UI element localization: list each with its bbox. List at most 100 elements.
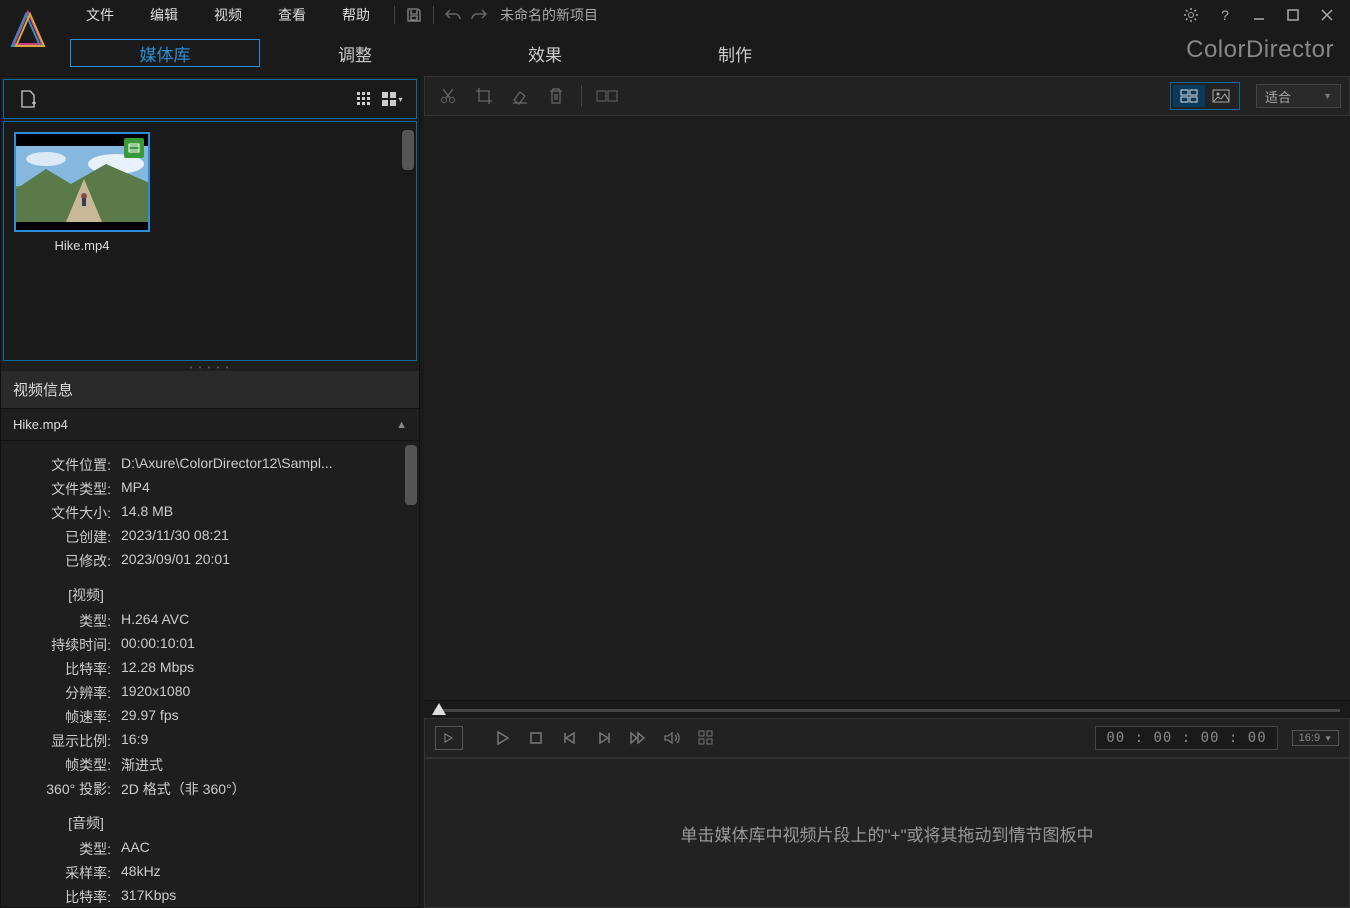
info-value: 48kHz: [121, 863, 399, 883]
info-value: D:\Axure\ColorDirector12\Sampl...: [121, 455, 399, 475]
aspect-label: 16:9: [1299, 732, 1320, 744]
zoom-dropdown[interactable]: 适合 ▼: [1256, 84, 1341, 108]
menu-help[interactable]: 帮助: [324, 0, 388, 31]
info-value: 317Kbps: [121, 887, 399, 907]
stop-button[interactable]: [521, 724, 551, 752]
menu-bar: 文件 编辑 视频 查看 帮助 未命名的新项目: [68, 0, 598, 31]
next-frame-button[interactable]: [589, 724, 619, 752]
file-name-label: Hike.mp4: [13, 417, 68, 432]
chevron-down-icon: ▼: [1323, 91, 1332, 101]
large-view-icon[interactable]: ▾: [378, 85, 406, 113]
view-mode-toggle: [1170, 82, 1240, 110]
media-thumbnail[interactable]: Hike.mp4: [14, 132, 150, 253]
info-value: AAC: [121, 839, 399, 859]
compare-icon[interactable]: [592, 82, 622, 110]
settings-icon[interactable]: [1176, 3, 1206, 27]
info-label: 类型:: [21, 839, 121, 859]
brand-label: ColorDirector: [1186, 36, 1334, 64]
fast-forward-button[interactable]: [623, 724, 653, 752]
prev-frame-button[interactable]: [555, 724, 585, 752]
info-value: 1920x1080: [121, 683, 399, 703]
info-label: 类型:: [21, 611, 121, 631]
timeline-slider[interactable]: [424, 700, 1350, 718]
tab-adjust[interactable]: 调整: [260, 39, 450, 67]
redo-icon[interactable]: [466, 2, 492, 28]
info-value: MP4: [121, 479, 399, 499]
splitter[interactable]: • • • • •: [1, 363, 419, 371]
storyboard-panel[interactable]: 单击媒体库中视频片段上的"+"或将其拖动到情节图板中: [424, 758, 1350, 908]
slider-thumb[interactable]: [432, 703, 446, 715]
import-icon[interactable]: [14, 85, 42, 113]
info-value: H.264 AVC: [121, 611, 399, 631]
collapse-arrow-icon: ▲: [396, 419, 407, 431]
info-label: 比特率:: [21, 887, 121, 907]
play-range-button[interactable]: [435, 726, 463, 750]
media-grid: Hike.mp4: [3, 121, 417, 361]
info-value: 14.8 MB: [121, 503, 399, 523]
file-name-header[interactable]: Hike.mp4 ▲: [1, 409, 419, 441]
video-badge-icon: [124, 138, 144, 158]
grid-icon[interactable]: [691, 724, 721, 752]
tab-effects[interactable]: 效果: [450, 39, 640, 67]
save-icon[interactable]: [401, 2, 427, 28]
maximize-button[interactable]: [1278, 3, 1308, 27]
info-value: 2D 格式（非 360°）: [121, 779, 399, 799]
thumbnail-label: Hike.mp4: [14, 238, 150, 253]
info-label: 已创建:: [21, 527, 121, 547]
audio-section-heading: [音频]: [21, 813, 151, 833]
preview-toolbar: 适合 ▼: [424, 76, 1350, 116]
info-scroll: 文件位置:D:\Axure\ColorDirector12\Sampl... 文…: [1, 441, 419, 907]
playback-bar: 00 : 00 : 00 : 00 16:9 ▼: [424, 718, 1350, 758]
info-value: 12.28 Mbps: [121, 659, 399, 679]
project-title: 未命名的新项目: [500, 5, 598, 25]
info-label: 比特率:: [21, 659, 121, 679]
timecode-display[interactable]: 00 : 00 : 00 : 00: [1095, 726, 1277, 750]
play-button[interactable]: [487, 724, 517, 752]
crop-icon[interactable]: [469, 82, 499, 110]
video-section-heading: [视频]: [21, 585, 151, 605]
tab-media[interactable]: 媒体库: [70, 39, 260, 67]
window-controls: ?: [1176, 3, 1342, 27]
menu-view[interactable]: 查看: [260, 0, 324, 31]
info-label: 文件大小:: [21, 503, 121, 523]
volume-icon[interactable]: [657, 724, 687, 752]
menu-edit[interactable]: 编辑: [132, 0, 196, 31]
left-panel: ▾: [0, 76, 420, 908]
chevron-down-icon: ▼: [1324, 734, 1332, 743]
trash-icon[interactable]: [541, 82, 571, 110]
video-info-header: 视频信息: [1, 371, 419, 409]
aspect-ratio-badge[interactable]: 16:9 ▼: [1292, 730, 1339, 746]
close-button[interactable]: [1312, 3, 1342, 27]
minimize-button[interactable]: [1244, 3, 1274, 27]
info-value: 00:00:10:01: [121, 635, 399, 655]
info-label: 360° 投影:: [21, 779, 121, 799]
main-tabs: 媒体库 调整 效果 制作 ColorDirector: [0, 30, 1350, 76]
erase-icon[interactable]: [505, 82, 535, 110]
storyboard-hint: 单击媒体库中视频片段上的"+"或将其拖动到情节图板中: [681, 821, 1094, 846]
media-toolbar: ▾: [3, 79, 417, 119]
preview-viewport: [424, 116, 1350, 700]
info-value: 2023/09/01 20:01: [121, 551, 399, 571]
menu-file[interactable]: 文件: [68, 0, 132, 31]
view-single-button[interactable]: [1205, 85, 1237, 107]
info-label: 已修改:: [21, 551, 121, 571]
grid-view-icon[interactable]: [350, 85, 378, 113]
tab-produce[interactable]: 制作: [640, 39, 830, 67]
scrollbar[interactable]: [405, 445, 417, 505]
zoom-label: 适合: [1265, 87, 1291, 106]
view-thumbnails-button[interactable]: [1173, 85, 1205, 107]
menu-video[interactable]: 视频: [196, 0, 260, 31]
info-value: 29.97 fps: [121, 707, 399, 727]
cut-icon[interactable]: [433, 82, 463, 110]
scrollbar[interactable]: [402, 130, 414, 170]
info-label: 采样率:: [21, 863, 121, 883]
undo-icon[interactable]: [440, 2, 466, 28]
info-label: 持续时间:: [21, 635, 121, 655]
separator: [433, 6, 434, 24]
workspace: ▾: [0, 76, 1350, 908]
info-label: 显示比例:: [21, 731, 121, 751]
help-icon[interactable]: ?: [1210, 3, 1240, 27]
info-label: 分辨率:: [21, 683, 121, 703]
info-label: 文件类型:: [21, 479, 121, 499]
separator: [394, 6, 395, 24]
